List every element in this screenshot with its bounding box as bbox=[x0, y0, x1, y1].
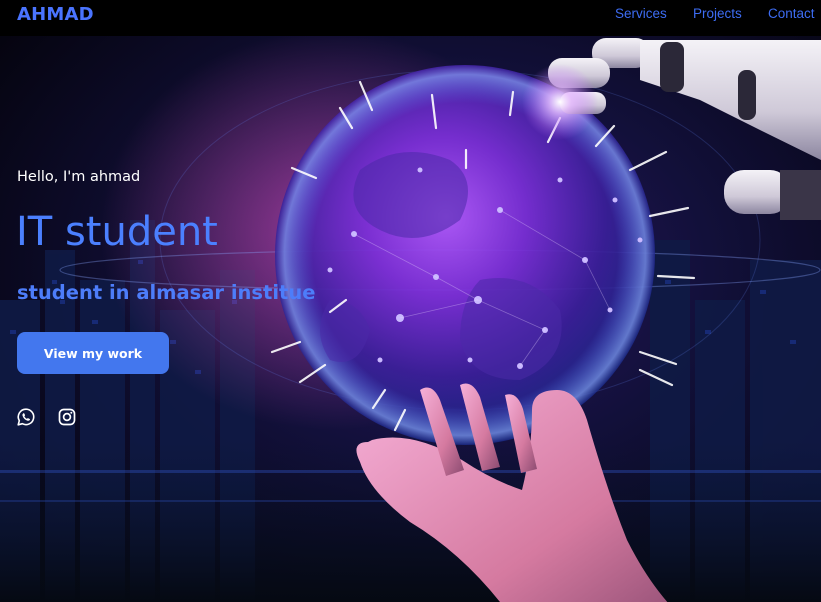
view-my-work-button[interactable]: View my work bbox=[17, 332, 169, 374]
portfolio-page: AHMAD Services Projects Contact Hello, I… bbox=[0, 0, 821, 602]
nav-link-services[interactable]: Services bbox=[615, 6, 667, 21]
hero-subline: student in almasar institue bbox=[17, 281, 316, 304]
top-navbar: AHMAD Services Projects Contact bbox=[0, 0, 821, 36]
hero-greeting: Hello, I'm ahmad bbox=[17, 169, 141, 185]
hero-headline: IT student bbox=[16, 209, 218, 255]
brand-logo[interactable]: AHMAD bbox=[17, 4, 94, 25]
instagram-icon[interactable] bbox=[57, 407, 77, 427]
whatsapp-icon[interactable] bbox=[16, 407, 36, 427]
nav-link-projects[interactable]: Projects bbox=[693, 6, 742, 21]
nav-link-contact[interactable]: Contact bbox=[768, 6, 815, 21]
